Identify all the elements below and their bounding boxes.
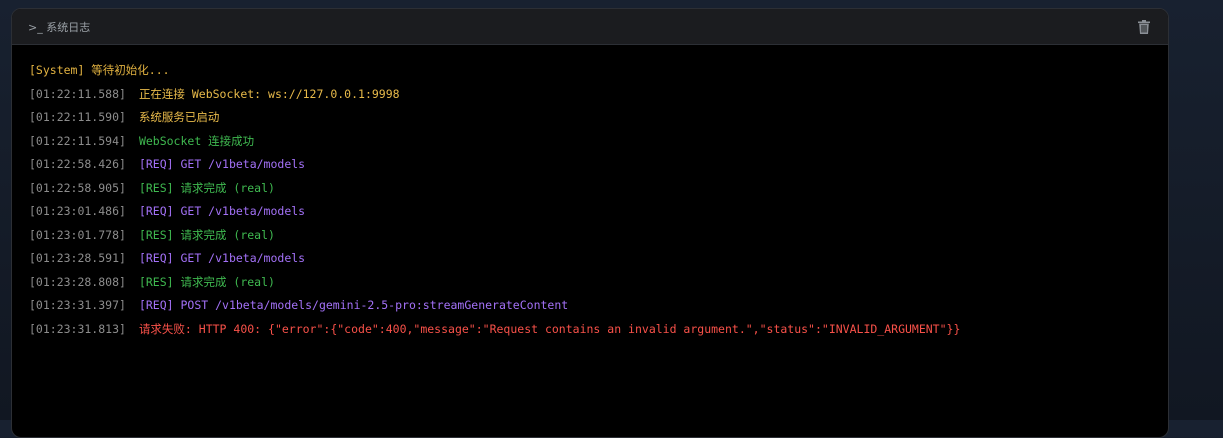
log-output: [System] 等待初始化... [01:22:11.588] 正在连接 Web… <box>29 59 1158 341</box>
log-line: [01:22:11.588] 正在连接 WebSocket: ws://127.0… <box>29 83 1158 107</box>
system-log-panel: >_ 系统日志 [System] 等待初始化... [01:22:11.588]… <box>11 8 1169 438</box>
log-line-init: [System] 等待初始化... <box>29 63 170 77</box>
log-timestamp: [01:23:28.591] <box>29 251 126 265</box>
log-timestamp: [01:22:11.594] <box>29 133 126 148</box>
log-line: [01:22:58.426] [REQ] GET /v1beta/models <box>29 153 1158 177</box>
log-message: [RES] 请求完成 (real) <box>138 227 275 242</box>
log-message: 系统服务已启动 <box>138 110 220 124</box>
log-timestamp: [01:23:31.813] <box>29 321 126 336</box>
log-timestamp: [01:22:58.426] <box>29 157 126 171</box>
log-timestamp: [01:22:11.588] <box>29 86 126 101</box>
log-message: [REQ] GET /v1beta/models <box>138 251 306 265</box>
log-timestamp: [01:22:11.590] <box>29 110 126 124</box>
log-line: [01:22:58.905] [RES] 请求完成 (real) <box>29 177 1158 201</box>
log-timestamp: [01:22:58.905] <box>29 180 126 195</box>
panel-header: >_ 系统日志 <box>12 9 1168 45</box>
log-line: [01:23:28.808] [RES] 请求完成 (real) <box>29 271 1158 295</box>
log-message: [RES] 请求完成 (real) <box>138 274 275 289</box>
log-message: 正在连接 WebSocket: ws://127.0.0.1:9998 <box>138 86 400 101</box>
log-message: [REQ] GET /v1beta/models <box>138 157 306 171</box>
log-timestamp: [01:23:31.397] <box>29 298 126 312</box>
log-line: [01:23:31.813] 请求失败: HTTP 400: {"error":{… <box>29 318 1158 342</box>
log-message: [REQ] GET /v1beta/models <box>138 204 306 218</box>
log-timestamp: [01:23:28.808] <box>29 274 126 289</box>
log-line: [01:23:28.591] [REQ] GET /v1beta/models <box>29 247 1158 271</box>
log-message: [REQ] POST /v1beta/models/gemini-2.5-pro… <box>138 298 569 312</box>
log-timestamp: [01:23:01.778] <box>29 227 126 242</box>
trash-icon[interactable] <box>1136 19 1152 35</box>
log-message: 请求失败: HTTP 400: {"error":{"code":400,"me… <box>138 321 961 336</box>
log-line: [01:23:01.778] [RES] 请求完成 (real) <box>29 224 1158 248</box>
log-message: WebSocket 连接成功 <box>138 133 255 148</box>
log-line: [01:22:11.590] 系统服务已启动 <box>29 106 1158 130</box>
panel-title: >_ 系统日志 <box>28 21 91 34</box>
log-line: [01:23:31.397] [REQ] POST /v1beta/models/… <box>29 294 1158 318</box>
log-message: [RES] 请求完成 (real) <box>138 180 275 195</box>
log-line: [01:22:11.594] WebSocket 连接成功 <box>29 130 1158 154</box>
log-line: [01:23:01.486] [REQ] GET /v1beta/models <box>29 200 1158 224</box>
log-timestamp: [01:23:01.486] <box>29 204 126 218</box>
